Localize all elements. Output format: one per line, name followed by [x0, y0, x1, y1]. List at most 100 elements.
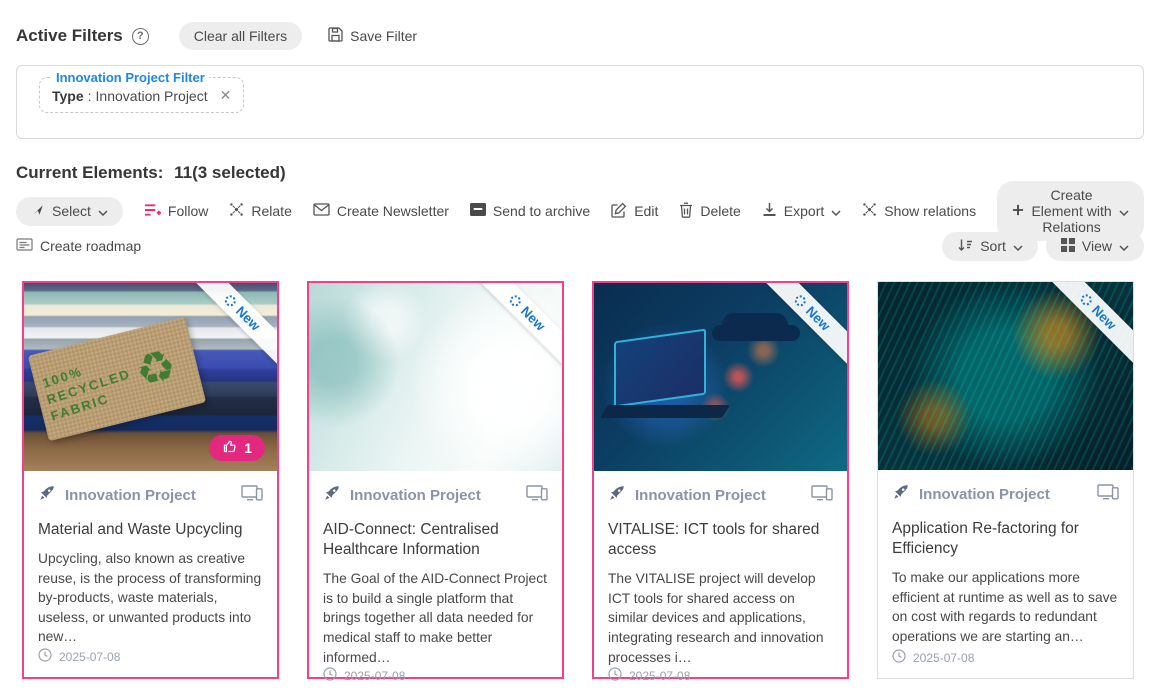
select-cursor-icon — [31, 203, 45, 220]
elements-selected-count: (3 selected) — [192, 163, 286, 182]
card-description: The VITALISE project will develop ICT to… — [608, 569, 833, 667]
chevron-down-icon — [1013, 238, 1023, 254]
top-bar: Active Filters ? Clear all Filters Save … — [0, 0, 1160, 50]
page-title: Active Filters — [16, 26, 123, 46]
chevron-down-icon — [1119, 203, 1129, 219]
create-newsletter-button[interactable]: Create Newsletter — [313, 203, 449, 219]
show-relations-label: Show relations — [884, 203, 976, 219]
clock-icon — [323, 667, 337, 684]
chevron-down-icon — [831, 203, 841, 219]
delete-button[interactable]: Delete — [679, 202, 740, 221]
export-label: Export — [784, 203, 824, 219]
filter-chip[interactable]: Type : Innovation Project ✕ — [52, 87, 231, 104]
card-footer: 2025-07-08 — [892, 649, 1119, 668]
help-icon[interactable]: ? — [132, 28, 149, 45]
recycle-icon: ♻ — [132, 343, 181, 395]
spinner-dots-icon — [507, 293, 523, 309]
chevron-down-icon — [98, 203, 108, 219]
chevron-down-icon — [1119, 238, 1129, 254]
edit-pencil-icon — [611, 202, 627, 221]
element-card[interactable]: New Innovation Project — [877, 281, 1134, 679]
select-label: Select — [52, 203, 91, 219]
card-title: Application Re-factoring for Efficiency — [892, 519, 1119, 559]
filter-group-label: Innovation Project Filter — [52, 70, 209, 85]
new-ribbon-label: New — [803, 303, 833, 333]
sort-view-group: Sort View — [942, 232, 1144, 261]
devices-icon — [526, 485, 548, 506]
roadmap-icon — [16, 238, 33, 254]
laptop-graphic — [600, 405, 730, 418]
active-filters-panel: Innovation Project Filter Type : Innovat… — [16, 65, 1144, 139]
clock-icon — [608, 667, 622, 684]
new-ribbon: New — [462, 283, 562, 377]
delete-label: Delete — [700, 203, 740, 219]
sort-icon — [957, 238, 973, 255]
new-ribbon-label: New — [1089, 302, 1119, 332]
select-button[interactable]: Select — [16, 197, 123, 226]
current-elements-header: Current Elements: 11(3 selected) — [16, 163, 1144, 183]
rocket-icon — [892, 483, 910, 506]
plus-icon — [1012, 203, 1024, 219]
spinner-dots-icon — [1078, 292, 1094, 308]
create-newsletter-label: Create Newsletter — [337, 203, 449, 219]
create-roadmap-button[interactable]: Create roadmap — [16, 238, 141, 254]
create-roadmap-label: Create roadmap — [40, 238, 141, 254]
clock-icon — [38, 648, 52, 665]
edit-button[interactable]: Edit — [611, 202, 658, 221]
sort-button[interactable]: Sort — [942, 232, 1038, 261]
card-body: Innovation Project AID-Connect: Centrali… — [309, 471, 562, 696]
card-type-label: Innovation Project — [65, 487, 232, 504]
likes-count: 1 — [244, 440, 252, 456]
card-description: The Goal of the AID-Connect Project is t… — [323, 569, 548, 667]
remove-filter-icon[interactable]: ✕ — [220, 87, 232, 104]
send-to-archive-button[interactable]: Send to archive — [470, 203, 590, 219]
element-card[interactable]: New Innovation Project — [592, 281, 849, 679]
card-description: To make our applications more efficient … — [892, 568, 1119, 646]
relate-label: Relate — [251, 203, 291, 219]
card-description: Upcycling, also known as creative reuse,… — [38, 549, 263, 647]
spinner-dots-icon — [792, 293, 808, 309]
save-filter-button[interactable]: Save Filter — [328, 27, 417, 45]
save-icon — [328, 27, 343, 45]
envelope-icon — [313, 203, 330, 219]
card-type-label: Innovation Project — [919, 486, 1088, 503]
card-title: Material and Waste Upcycling — [38, 520, 263, 540]
devices-icon — [241, 485, 263, 506]
relate-button[interactable]: Relate — [229, 202, 291, 220]
card-footer: 2025-07-08 — [608, 667, 833, 686]
show-relations-button[interactable]: Show relations — [862, 202, 976, 220]
likes-badge[interactable]: 1 — [209, 435, 265, 461]
card-date: 2025-07-08 — [59, 650, 120, 664]
spinner-dots-icon — [222, 293, 238, 309]
card-title: AID-Connect: Centralised Healthcare Info… — [323, 520, 548, 560]
thumbs-up-icon — [222, 439, 237, 457]
recycled-fabric-tag: 100% RECYCLED FABRIC ♻ — [28, 317, 206, 442]
rocket-icon — [608, 484, 626, 507]
follow-label: Follow — [168, 203, 208, 219]
clear-all-filters-button[interactable]: Clear all Filters — [179, 22, 302, 50]
secondary-toolbar: Create roadmap Sort View — [16, 233, 1144, 259]
card-body: Innovation Project VITALISE: ICT tools f… — [594, 471, 847, 696]
element-card-grid: 100% RECYCLED FABRIC ♻ New 1 — [0, 259, 1160, 679]
laptop-graphic — [614, 329, 706, 408]
view-button[interactable]: View — [1046, 232, 1144, 261]
actions-toolbar: Select Follow Relate Create Newsl — [16, 197, 1144, 225]
card-body: Innovation Project Application Re-factor… — [878, 470, 1133, 678]
cloud-graphic — [722, 313, 788, 337]
card-image: New — [594, 283, 847, 471]
follow-button[interactable]: Follow — [144, 203, 208, 220]
card-date: 2025-07-08 — [344, 669, 405, 683]
relations-icon — [229, 202, 244, 220]
export-button[interactable]: Export — [762, 202, 841, 220]
archive-icon — [470, 203, 486, 219]
new-ribbon-label: New — [233, 303, 263, 333]
element-card[interactable]: 100% RECYCLED FABRIC ♻ New 1 — [22, 281, 279, 679]
element-card[interactable]: New Innovation Project — [307, 281, 564, 679]
devices-icon — [811, 485, 833, 506]
download-icon — [762, 202, 777, 220]
card-image: 100% RECYCLED FABRIC ♻ New 1 — [24, 283, 277, 471]
card-footer: 2025-07-08 — [38, 648, 263, 667]
filter-group: Innovation Project Filter Type : Innovat… — [39, 70, 244, 113]
rocket-icon — [38, 484, 56, 507]
sort-label: Sort — [980, 238, 1006, 254]
